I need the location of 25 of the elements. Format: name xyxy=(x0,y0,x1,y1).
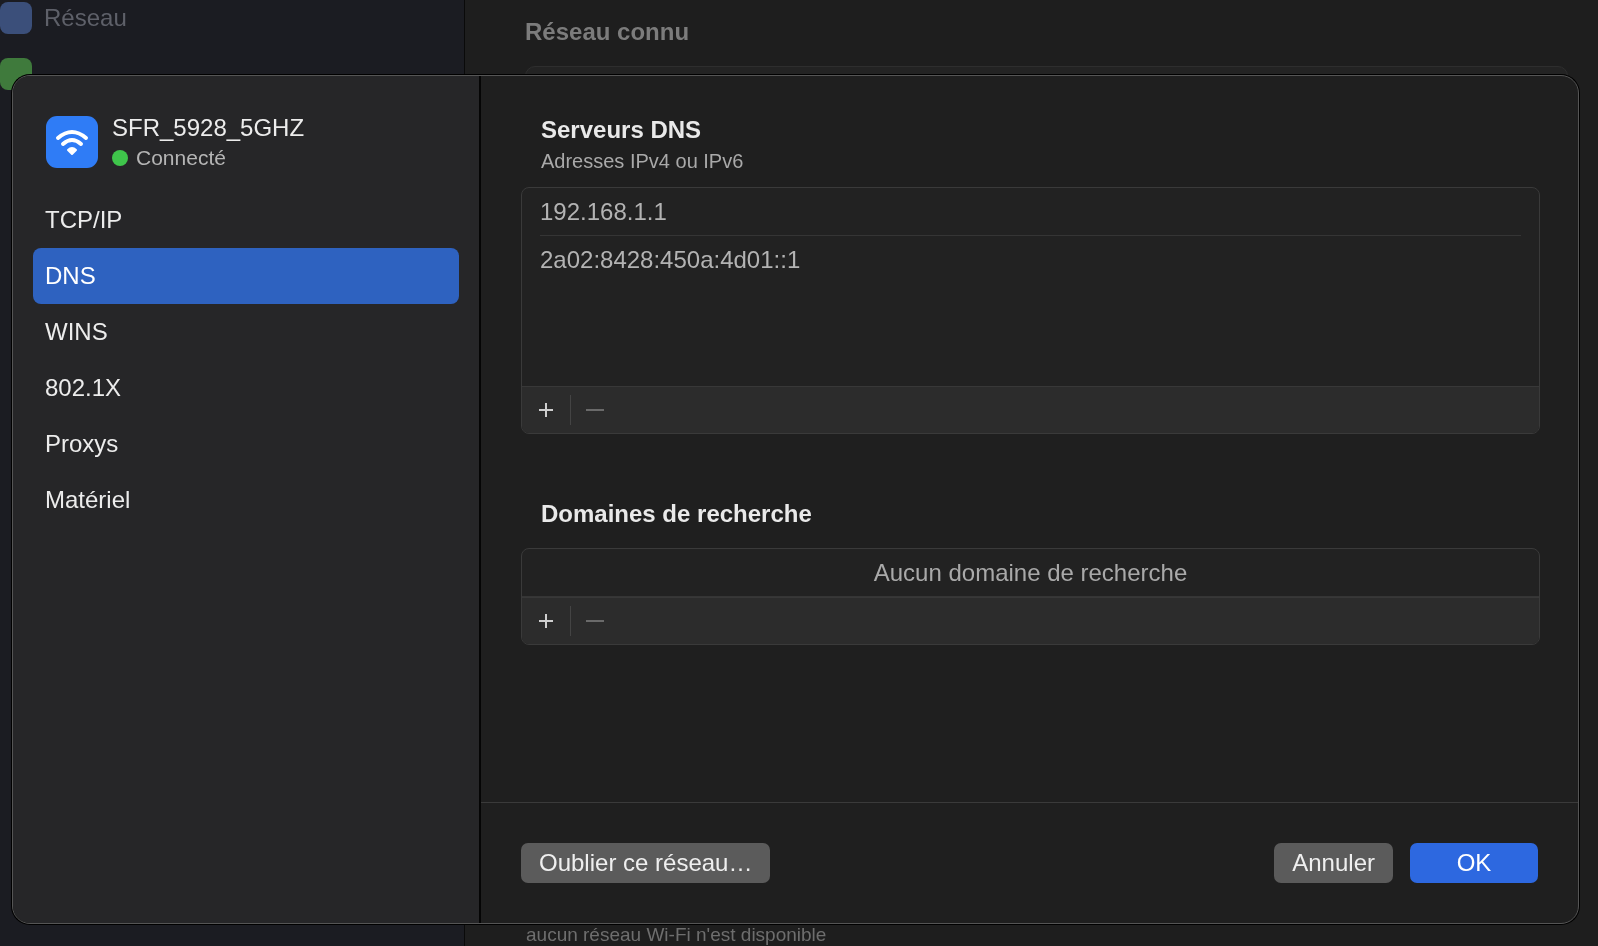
sidebar-tab[interactable]: WINS xyxy=(33,304,459,360)
section-subtitle: Adresses IPv4 ou IPv6 xyxy=(541,150,745,173)
section-title: Serveurs DNS xyxy=(541,116,703,144)
empty-list-text: Aucun domaine de recherche xyxy=(873,558,1188,587)
connection-status: Connecté xyxy=(136,146,226,170)
list-row[interactable]: 2a02:8428:450a:4d01::1 xyxy=(540,236,1521,283)
sidebar-tab[interactable]: TCP/IP xyxy=(33,192,459,248)
sidebar-tab[interactable]: Matériel xyxy=(33,472,459,528)
sidebar-tab[interactable]: Proxys xyxy=(33,416,459,472)
sidebar-tab[interactable]: DNS xyxy=(33,248,459,304)
plus-icon xyxy=(537,401,555,419)
ok-button[interactable]: OK xyxy=(1410,843,1538,883)
plus-icon xyxy=(537,612,555,630)
section-title: Domaines de recherche xyxy=(541,500,813,528)
minus-icon xyxy=(586,620,604,622)
description-text: aucun réseau Wi-Fi n'est disponible xyxy=(526,924,827,946)
sidebar-tab[interactable]: 802.1X xyxy=(33,360,459,416)
network-name: SFR_5928_5GHZ xyxy=(112,114,305,142)
list-row[interactable]: 192.168.1.1 xyxy=(540,188,1521,236)
minus-icon xyxy=(586,409,604,411)
app-icon xyxy=(0,2,32,34)
section-title: Réseau connu xyxy=(525,18,691,46)
cancel-button[interactable]: Annuler xyxy=(1274,843,1393,883)
forget-network-button[interactable]: Oublier ce réseau… xyxy=(521,843,771,883)
wifi-icon xyxy=(46,116,98,168)
